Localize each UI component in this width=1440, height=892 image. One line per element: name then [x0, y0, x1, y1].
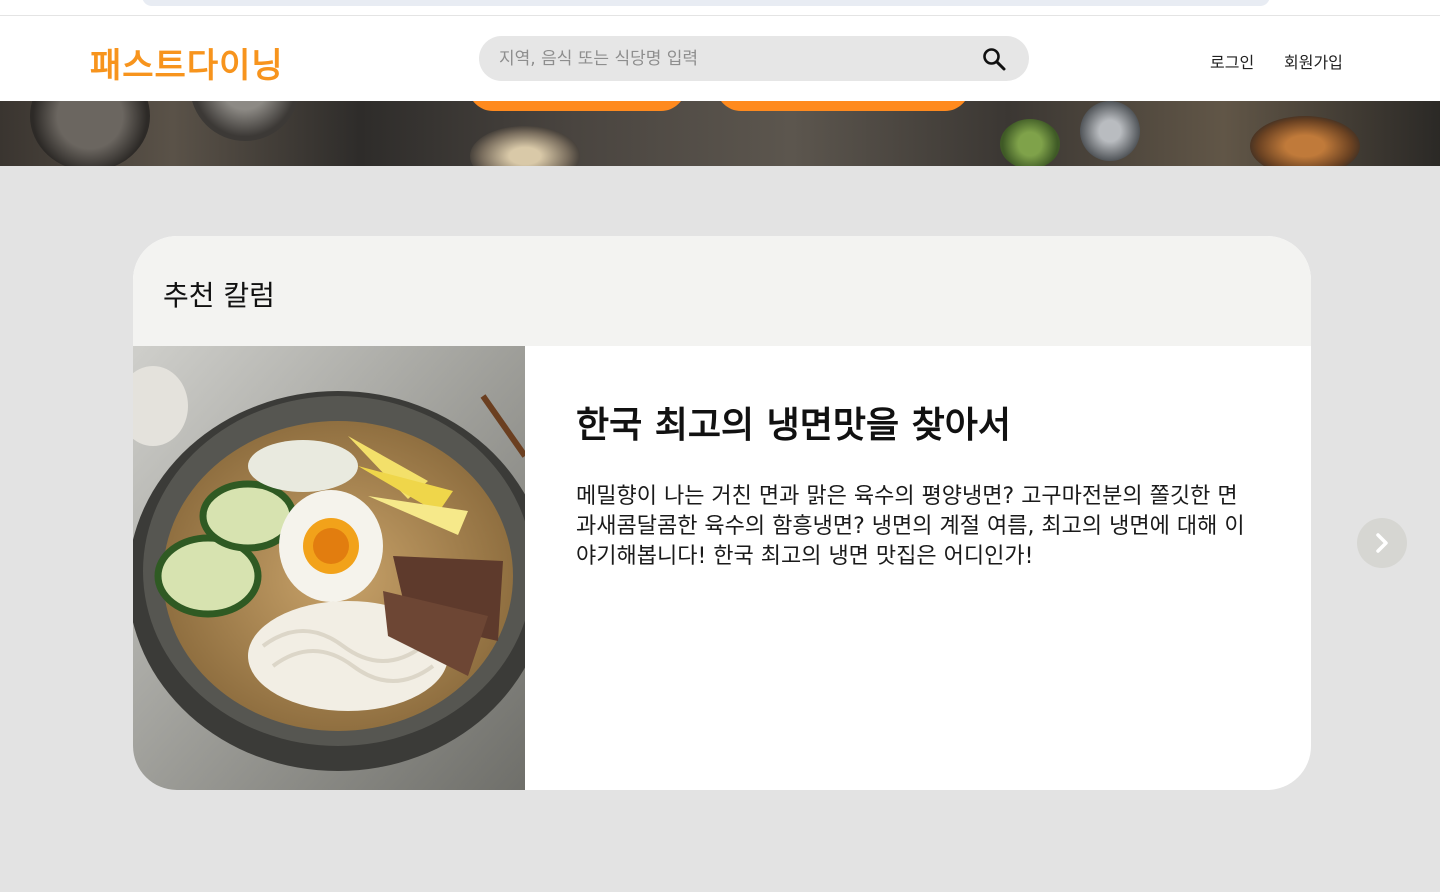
hero-action-button[interactable] [716, 101, 970, 111]
naengmyeon-image[interactable] [133, 346, 548, 790]
search-bar [479, 36, 1029, 81]
login-link[interactable]: 로그인 [1210, 49, 1254, 73]
brand-logo[interactable]: 패스트다이닝 [90, 38, 284, 87]
hero-dish-image [470, 126, 580, 166]
recommended-column-card: 추천 칼럼 한국 최고의 냉면맛을 찾아서 메밀향이 나는 거친 면과 맑은 육… [133, 236, 1311, 790]
hero-dish-image [30, 101, 150, 166]
search-icon[interactable] [981, 46, 1007, 72]
hero-dish-image [1000, 119, 1060, 166]
hero-dish-image [1250, 116, 1360, 166]
signup-link[interactable]: 회원가입 [1284, 49, 1343, 73]
card-header: 추천 칼럼 [133, 236, 1311, 346]
hero-action-button[interactable] [468, 101, 686, 111]
search-input[interactable] [499, 36, 969, 81]
article-body: 메밀향이 나는 거친 면과 맑은 육수의 평양냉면? 고구마전분의 쫄깃한 면과… [576, 484, 1245, 569]
hero-dish-image [1080, 101, 1140, 161]
chevron-right-icon [1376, 533, 1388, 553]
section-heading: 추천 칼럼 [163, 279, 275, 312]
article-title[interactable]: 한국 최고의 냉면맛을 찾아서 [576, 396, 1011, 448]
top-strip [0, 0, 1440, 16]
hero-banner [0, 101, 1440, 166]
top-banner-pill [142, 0, 1270, 6]
next-slide-button[interactable] [1357, 518, 1407, 568]
hero-dish-image [190, 101, 300, 141]
site-header: 패스트다이닝 로그인 회원가입 [0, 16, 1440, 101]
